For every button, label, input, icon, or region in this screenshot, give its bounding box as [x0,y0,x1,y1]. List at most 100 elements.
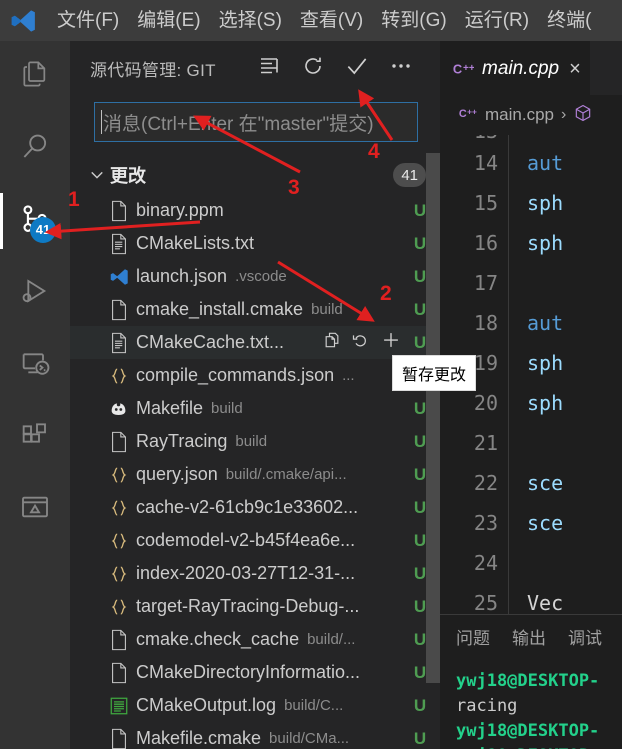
menu-file[interactable]: 文件(F) [48,0,128,41]
json-file-icon [106,365,132,387]
commit-message-input[interactable]: 消息(Ctrl+Enter 在"master"提交) [94,102,418,142]
file-path: build [211,400,243,417]
tab-problems[interactable]: 问题 [456,624,490,649]
line-number: 18 [473,311,498,335]
bottom-panel: 问题 输出 调试 ywj18@DESKTOP- racing ywj18@DES… [440,614,622,749]
list-item[interactable]: CMakeLists.txt U [70,227,440,260]
activity-item-source-control[interactable]: 41 [0,185,70,257]
menu-view[interactable]: 查看(V) [291,0,372,41]
code-line: 24 [440,543,622,583]
svg-text:++: ++ [463,62,474,73]
symbol-namespace-icon[interactable] [573,103,593,128]
json-file-icon [106,530,132,552]
file-name: codemodel-v2-b45f4ea6e... [136,530,356,550]
sidebar-scrollbar-thumb[interactable] [426,153,440,683]
code-line: 25 Vec [440,583,622,615]
line-content: aut [527,151,564,175]
list-item[interactable]: cache-v2-61cb9c1e33602... U [70,491,440,524]
code-line: 18 aut [440,303,622,343]
list-item[interactable]: RayTracing build U [70,425,440,458]
generic-file-icon [106,299,132,321]
line-content: Vec [527,591,564,615]
file-name: cmake.check_cache [136,629,300,649]
tab-label: main.cpp [482,57,560,79]
chevron-down-icon [86,166,108,184]
file-name: compile_commands.json [136,365,335,385]
file-name: CMakeDirectoryInformatio... [136,662,361,682]
code-line: 15 sph [440,183,622,223]
view-as-tree-button[interactable] [252,52,286,86]
file-path: build [311,301,343,318]
list-item[interactable]: compile_commands.json ... U [70,359,440,392]
line-content: sph [527,351,564,375]
list-item[interactable]: binary.ppm U [70,194,440,227]
open-file-button[interactable] [322,330,342,355]
file-path: build/CMa... [269,730,350,747]
generic-file-icon [106,431,132,453]
annotation-number-4: 4 [368,140,380,163]
line-number: 17 [473,271,498,295]
code-line: 22 sce [440,463,622,503]
list-item[interactable]: target-RayTracing-Debug-... U [70,590,440,623]
tab-debug-console[interactable]: 调试 [568,624,602,649]
list-item[interactable]: codemodel-v2-b45f4ea6e... U [70,524,440,557]
cpp-file-icon: C ++ [452,58,474,80]
list-item[interactable]: Makefile build U [70,392,440,425]
close-icon[interactable]: × [569,59,581,79]
activity-item-live-preview[interactable] [0,473,70,545]
text-caret [101,110,102,134]
menu-edit[interactable]: 编辑(E) [128,0,209,41]
extensions-icon [19,419,51,456]
breadcrumb-file[interactable]: main.cpp [485,105,554,125]
menu-go[interactable]: 转到(G) [372,0,455,41]
terminal-line: racing [456,696,518,716]
annotation-number-3: 3 [288,176,300,199]
activity-item-extensions[interactable] [0,401,70,473]
list-item[interactable]: query.json build/.cmake/api... U [70,458,440,491]
tab-output[interactable]: 输出 [512,624,546,649]
code-line: 17 [440,263,622,303]
discard-changes-button[interactable] [351,330,371,355]
list-item[interactable]: index-2020-03-27T12-31-... U [70,557,440,590]
list-item[interactable]: CMakeOutput.log build/C... U [70,689,440,722]
activity-item-explorer[interactable] [0,41,70,113]
activity-item-run-debug[interactable] [0,257,70,329]
sidebar-scrollbar[interactable] [426,153,440,749]
refresh-icon [301,54,325,83]
activity-item-search[interactable] [0,113,70,185]
list-item[interactable]: Makefile.cmake build/CMa... U [70,722,440,749]
json-file-icon [106,497,132,519]
list-item[interactable]: CMakeDirectoryInformatio... U [70,656,440,689]
tooltip-stage-changes: 暂存更改 [392,355,477,391]
line-content: sph [527,191,564,215]
stage-changes-button[interactable] [380,329,402,356]
tab-main-cpp[interactable]: C ++ main.cpp × [440,41,590,95]
activity-item-remote-explorer[interactable] [0,329,70,401]
live-preview-icon [19,491,51,528]
changes-group-header[interactable]: 更改 41 [70,158,440,192]
generic-file-icon [106,629,132,651]
discard-changes-icon [351,335,371,354]
menu-terminal[interactable]: 终端( [538,0,600,41]
menu-run[interactable]: 运行(R) [456,0,538,41]
line-number: 13 [440,135,508,143]
more-actions-button[interactable] [384,52,418,86]
line-content [509,263,622,303]
terminal-output[interactable]: ywj18@DESKTOP- racing ywj18@DESKTOP- ywj… [440,657,622,749]
more-actions-icon [389,54,413,83]
list-item[interactable]: CMakeCache.txt... U [70,326,440,359]
changes-count-badge: 41 [393,163,426,187]
file-path: build [235,433,268,450]
terminal-line: ywj18@DESKTOP- [456,671,600,691]
text-file-icon [106,233,132,255]
file-path: .vscode [235,268,287,285]
line-number: 15 [473,191,498,215]
open-file-icon [322,332,342,354]
commit-checkmark-button[interactable] [340,52,374,86]
list-item[interactable]: cmake.check_cache build/... U [70,623,440,656]
menu-selection[interactable]: 选择(S) [210,0,291,41]
changed-files-list: binary.ppm U CMakeLists.txt U launch.jso… [70,194,440,749]
code-line: 21 [440,423,622,463]
makefile-icon [106,398,132,420]
refresh-button[interactable] [296,52,330,86]
